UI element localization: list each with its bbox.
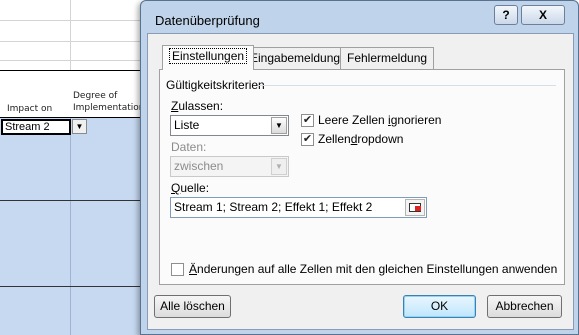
header-degree-line1[interactable]: Degree of <box>73 90 117 102</box>
chevron-down-icon[interactable]: ▼ <box>271 117 287 134</box>
source-value: Stream 1; Stream 2; Effekt 1; Effekt 2 <box>174 200 373 214</box>
data-validation-dialog: Datenüberprüfung ? X Einstellungen Einga… <box>140 0 579 335</box>
dialog-client-area: Einstellungen Eingabemeldung Fehlermeldu… <box>147 33 574 330</box>
clear-all-button[interactable]: Alle löschen <box>154 295 231 318</box>
allow-value: Liste <box>174 118 200 132</box>
header-impact-on[interactable]: Impact on <box>7 103 52 115</box>
tab-fehlermeldung[interactable]: Fehlermeldung <box>340 47 435 69</box>
data-value: zwischen <box>174 159 224 173</box>
apply-all-checkbox[interactable] <box>171 263 184 276</box>
apply-all-label[interactable]: Änderungen auf alle Zellen mit den gleic… <box>189 262 557 276</box>
settings-panel: Gültigkeitskriterien Zulassen: Liste ▼ ✔… <box>159 69 565 285</box>
tab-eingabemeldung[interactable]: Eingabemeldung <box>243 47 348 69</box>
in-cell-dropdown-label[interactable]: Zellendropdown <box>318 132 403 146</box>
grid-line <box>0 20 140 21</box>
chevron-down-icon: ▼ <box>271 158 287 175</box>
grid-line <box>0 41 140 42</box>
dialog-title: Datenüberprüfung <box>155 13 260 28</box>
allow-label: Zulassen: <box>171 99 224 113</box>
grid-line <box>70 118 71 335</box>
data-select: zwischen ▼ <box>170 156 289 177</box>
close-button[interactable]: X <box>521 5 565 25</box>
cancel-button[interactable]: Abbrechen <box>487 295 562 318</box>
tab-einstellungen[interactable]: Einstellungen <box>162 45 255 70</box>
source-label: Quelle: <box>171 181 210 195</box>
group-title: Gültigkeitskriterien <box>166 78 265 92</box>
allow-select[interactable]: Liste ▼ <box>170 115 289 136</box>
active-cell[interactable]: Stream 2 <box>1 119 71 135</box>
grid-line <box>0 60 140 61</box>
selected-range[interactable] <box>0 118 150 335</box>
title-bar[interactable]: Datenüberprüfung ? X <box>141 1 578 31</box>
header-degree-line2: Implementation <box>73 103 145 113</box>
cell-dropdown-button[interactable]: ▼ <box>72 119 87 134</box>
tab-label: Einstellungen <box>169 48 248 64</box>
row-border <box>0 200 150 201</box>
data-label: Daten: <box>171 140 207 154</box>
ok-button[interactable]: OK <box>403 295 476 318</box>
range-select-icon[interactable] <box>405 199 425 216</box>
group-divider <box>258 85 556 86</box>
source-input[interactable]: Stream 1; Stream 2; Effekt 1; Effekt 2 <box>170 197 427 218</box>
help-button[interactable]: ? <box>494 5 518 25</box>
ignore-blank-checkbox[interactable]: ✔ <box>301 114 314 127</box>
ignore-blank-label[interactable]: Leere Zellen ignorieren <box>318 113 441 127</box>
in-cell-dropdown-checkbox[interactable]: ✔ <box>301 133 314 146</box>
row-border <box>0 286 150 287</box>
chevron-down-icon: ▼ <box>75 122 84 131</box>
